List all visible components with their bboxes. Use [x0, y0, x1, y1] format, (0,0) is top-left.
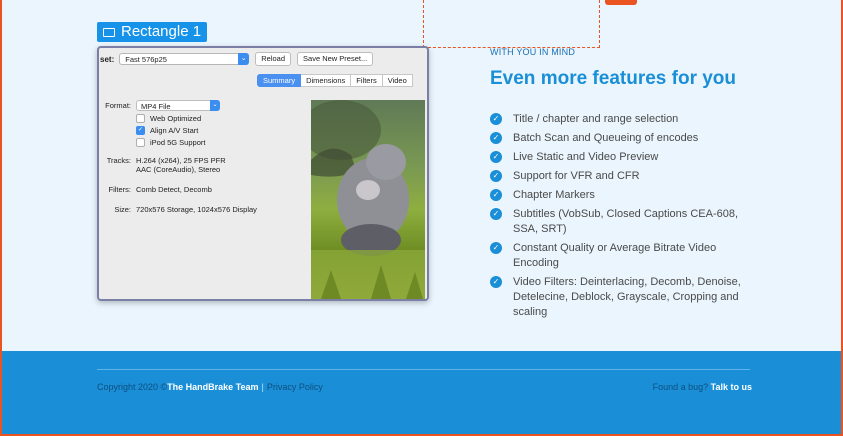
- tracks-label: Tracks:: [106, 156, 131, 165]
- selection-label-text: Rectangle 1: [121, 23, 202, 40]
- tracks-audio: AAC (CoreAudio), Stereo: [136, 165, 221, 174]
- footer-separator: |: [261, 382, 264, 392]
- list-item: ✓ Live Static and Video Preview: [490, 150, 760, 165]
- format-label: Format:: [105, 101, 131, 110]
- list-item: ✓ Subtitles (VobSub, Closed Captions CEA-…: [490, 207, 760, 237]
- tab-filters[interactable]: Filters: [351, 74, 383, 87]
- orange-marker: [605, 0, 637, 5]
- preset-value: Fast 576p25: [125, 55, 167, 64]
- feature-text: Support for VFR and CFR: [513, 170, 640, 182]
- filters-label: Filters:: [108, 185, 132, 194]
- format-row: Format: MP4 File ⌄: [101, 100, 220, 111]
- dashed-selection-frame: [423, 0, 600, 48]
- check-circle-icon: ✓: [490, 276, 502, 288]
- checkbox-label: Web Optimized: [150, 114, 202, 123]
- size-label: Size:: [114, 205, 131, 214]
- preset-label: set:: [100, 54, 115, 64]
- settings-tabs: Summary Dimensions Filters Video: [257, 74, 413, 87]
- size-row: Size: 720x576 Storage, 1024x576 Display: [101, 205, 257, 214]
- list-item: ✓ Chapter Markers: [490, 188, 760, 203]
- preview-scene: [311, 100, 425, 299]
- chevron-down-icon: ⌄: [238, 53, 250, 65]
- footer-copyright: Copyright 2020 ©The HandBrake Team | Priva…: [97, 382, 323, 392]
- check-circle-icon: ✓: [490, 242, 502, 254]
- list-item: ✓ Support for VFR and CFR: [490, 169, 760, 184]
- app-screenshot: set: Fast 576p25 ⌄ Reload Save New Prese…: [97, 46, 429, 301]
- tab-dimensions[interactable]: Dimensions: [301, 74, 352, 87]
- filters-value: Comb Detect, Decomb: [136, 185, 212, 194]
- preset-toolbar: set: Fast 576p25 ⌄ Reload Save New Prese…: [99, 48, 427, 70]
- feature-text: Constant Quality or Average Bitrate Vide…: [513, 242, 717, 269]
- reload-button[interactable]: Reload: [255, 52, 292, 66]
- video-preview: [311, 100, 425, 299]
- footer-bug-report: Found a bug? Talk to us: [653, 382, 752, 392]
- tracks-video: H.264 (x264), 25 FPS PFR: [136, 156, 226, 165]
- checkbox-box[interactable]: [136, 114, 145, 123]
- size-value: 720x576 Storage, 1024x576 Display: [136, 205, 257, 214]
- page: Rectangle 1 set: Fast 576p25 ⌄ Reload Sa…: [0, 0, 843, 436]
- tracks-row: Tracks: H.264 (x264), 25 FPS PFR AAC (Co…: [101, 156, 226, 174]
- summary-panel: Format: MP4 File ⌄ Web Optimized ✓ Align…: [99, 92, 307, 299]
- check-circle-icon: ✓: [490, 170, 502, 182]
- privacy-policy-link[interactable]: Privacy Policy: [267, 382, 323, 392]
- feature-text: Video Filters: Deinterlacing, Decomb, De…: [513, 276, 741, 318]
- check-circle-icon: ✓: [490, 113, 502, 125]
- check-circle-icon: ✓: [490, 151, 502, 163]
- team-link[interactable]: The HandBrake Team: [167, 382, 258, 392]
- talk-to-us-link[interactable]: Talk to us: [711, 382, 752, 392]
- checkbox-label: iPod 5G Support: [150, 138, 206, 147]
- selection-label[interactable]: Rectangle 1: [97, 22, 208, 42]
- feature-list: ✓ Title / chapter and range selection ✓ Ba…: [490, 112, 760, 324]
- section-eyebrow: WITH YOU IN MIND: [490, 47, 576, 57]
- rectangle-icon: [103, 27, 115, 37]
- format-value: MP4 File: [141, 102, 171, 111]
- feature-text: Batch Scan and Queueing of encodes: [513, 132, 699, 144]
- bug-text: Found a bug?: [652, 382, 709, 392]
- footer-divider: [97, 369, 750, 370]
- feature-text: Subtitles (VobSub, Closed Captions CEA-6…: [513, 208, 739, 235]
- list-item: ✓ Video Filters: Deinterlacing, Decomb, D…: [490, 275, 760, 320]
- checkbox-box-checked[interactable]: ✓: [136, 126, 145, 135]
- chevron-down-icon: ⌄: [210, 100, 220, 111]
- checkbox-ipod[interactable]: iPod 5G Support: [136, 138, 205, 147]
- checkbox-box[interactable]: [136, 138, 145, 147]
- preset-select[interactable]: Fast 576p25 ⌄: [119, 53, 250, 65]
- save-preset-button[interactable]: Save New Preset...: [297, 52, 374, 66]
- tab-video[interactable]: Video: [382, 74, 413, 87]
- checkbox-label: Align A/V Start: [150, 126, 199, 135]
- list-item: ✓ Title / chapter and range selection: [490, 112, 760, 127]
- checkbox-web-optimized[interactable]: Web Optimized: [136, 114, 201, 123]
- copyright-prefix: Copyright 2020 ©: [97, 382, 168, 392]
- tab-summary[interactable]: Summary: [257, 74, 302, 87]
- feature-text: Title / chapter and range selection: [513, 113, 679, 125]
- list-item: ✓ Constant Quality or Average Bitrate Vid…: [490, 241, 760, 271]
- site-footer: Copyright 2020 ©The HandBrake Team | Priva…: [2, 351, 841, 434]
- checkbox-align-av[interactable]: ✓ Align A/V Start: [136, 126, 198, 135]
- check-circle-icon: ✓: [490, 208, 502, 220]
- format-select[interactable]: MP4 File ⌄: [136, 100, 220, 111]
- feature-text: Chapter Markers: [513, 189, 595, 201]
- feature-text: Live Static and Video Preview: [513, 151, 659, 163]
- list-item: ✓ Batch Scan and Queueing of encodes: [490, 131, 760, 146]
- section-heading: Even more features for you: [490, 68, 737, 89]
- check-circle-icon: ✓: [490, 132, 502, 144]
- filters-row: Filters: Comb Detect, Decomb: [101, 185, 212, 194]
- check-circle-icon: ✓: [490, 189, 502, 201]
